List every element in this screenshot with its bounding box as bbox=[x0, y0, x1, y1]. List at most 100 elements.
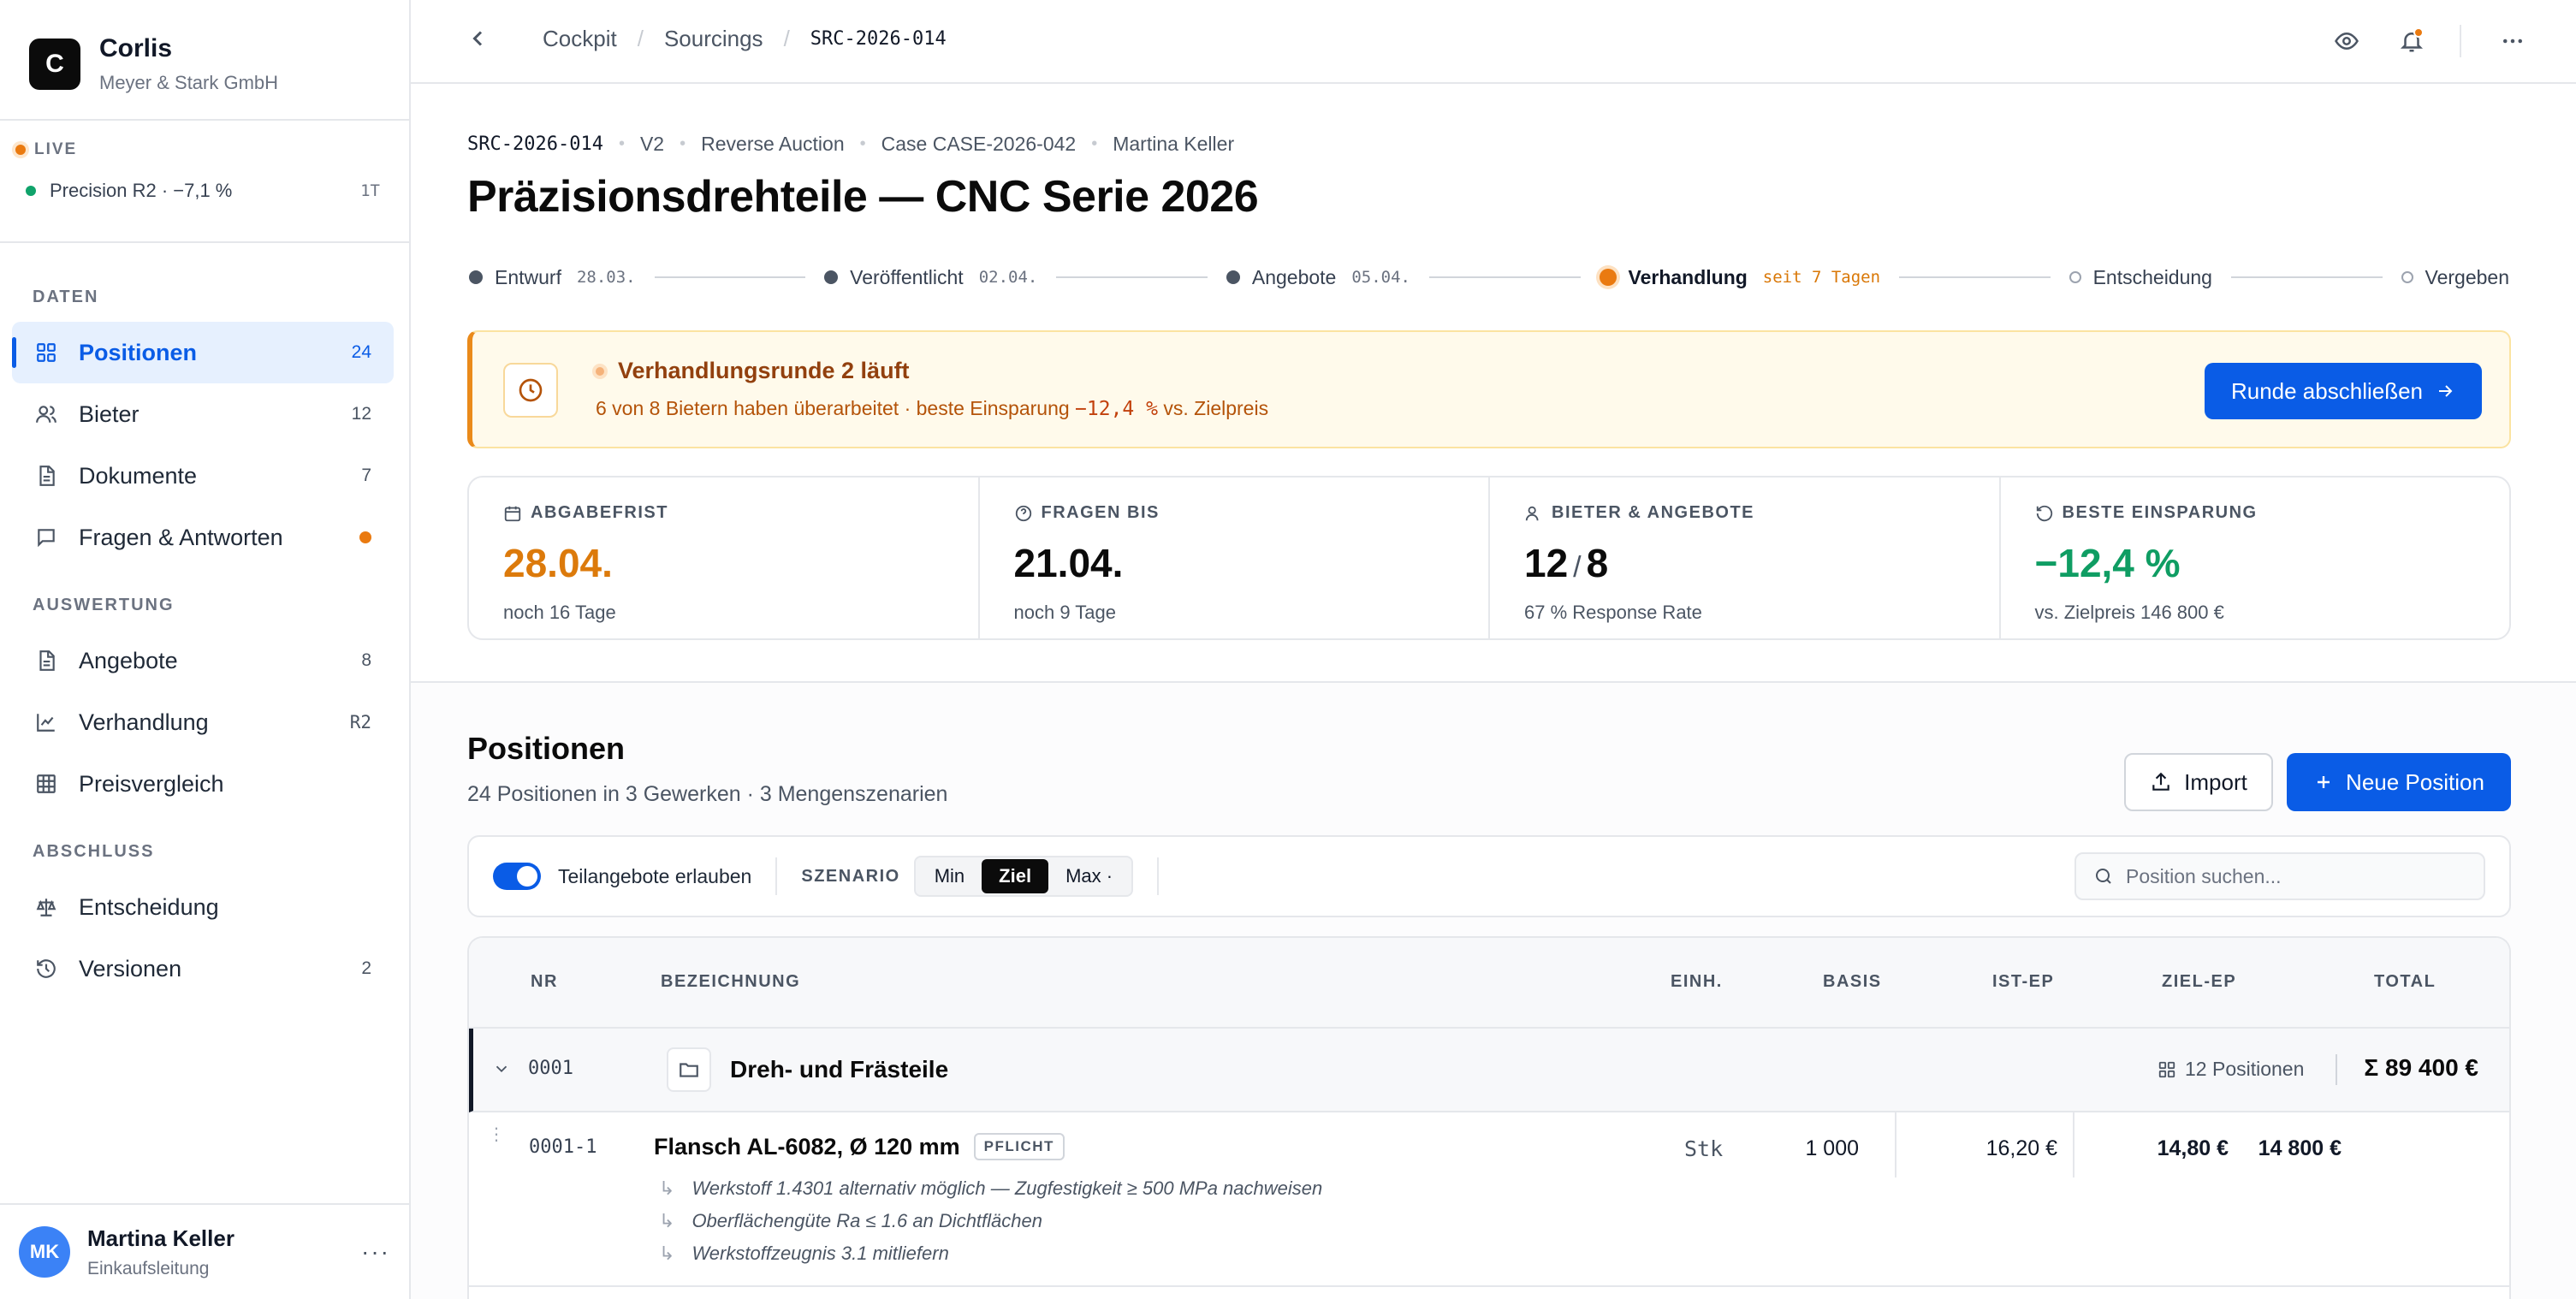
sidebar-item-label: Versionen bbox=[79, 955, 182, 982]
required-badge: PFLICHT bbox=[973, 1133, 1065, 1160]
col-total[interactable]: TOTAL bbox=[2374, 972, 2436, 992]
sidebar-item-count: 7 bbox=[361, 466, 371, 485]
item-ziel-ep[interactable]: 14,80 € bbox=[2158, 1136, 2229, 1161]
more-icon[interactable] bbox=[2496, 24, 2530, 58]
sidebar-item-verhandlung[interactable]: Verhandlung R2 bbox=[12, 691, 394, 753]
scenario-min[interactable]: Min bbox=[917, 859, 982, 893]
sidebar-item-label: Dokumente bbox=[79, 462, 198, 489]
workspace-switcher[interactable]: C Corlis Meyer & Stark GmbH bbox=[29, 34, 278, 94]
col-ziel-ep[interactable]: ZIEL-EP bbox=[2162, 972, 2236, 992]
sidebar-item-count: 2 bbox=[361, 958, 371, 978]
col-nr[interactable]: NR bbox=[531, 972, 558, 992]
col-einheit[interactable]: EINH. bbox=[1671, 972, 1723, 992]
page-title: Präzisionsdrehteile — CNC Serie 2026 bbox=[467, 172, 1259, 222]
more-icon[interactable]: ··· bbox=[361, 1238, 390, 1266]
avatar: MK bbox=[19, 1226, 70, 1278]
document-icon bbox=[34, 649, 58, 673]
eye-icon[interactable] bbox=[2330, 24, 2364, 58]
grid-icon bbox=[2158, 1061, 2175, 1077]
kpi-sub: 67 % Response Rate bbox=[1524, 602, 1702, 623]
sidebar-item-angebote[interactable]: Angebote 8 bbox=[12, 630, 394, 691]
topbar: Cockpit / Sourcings / SRC-2026-014 bbox=[411, 0, 2576, 84]
sidebar-item-label: Entscheidung bbox=[79, 893, 219, 920]
sidebar-item-label: Preisvergleich bbox=[79, 770, 224, 797]
sourcing-version: V2 bbox=[639, 133, 665, 155]
kpi-sub: noch 16 Tage bbox=[503, 602, 616, 623]
kpi-sub: vs. Zielpreis 146 800 € bbox=[2034, 602, 2224, 623]
sidebar-item-label: Fragen & Antworten bbox=[79, 524, 283, 550]
bell-icon[interactable] bbox=[2395, 24, 2429, 58]
sidebar-divider bbox=[0, 241, 409, 243]
sidebar: C Corlis Meyer & Stark GmbH LIVE Precisi… bbox=[0, 0, 411, 1299]
nav-section-daten: DATEN bbox=[33, 288, 99, 306]
live-auction-item[interactable]: Precision R2 · −7,1 % 1T bbox=[15, 180, 392, 202]
banner-title: Verhandlungsrunde 2 läuft bbox=[618, 358, 910, 383]
help-circle-icon bbox=[1014, 504, 1033, 523]
group-row[interactable]: 0001 Dreh- und Frästeile 12 Positionen Σ… bbox=[469, 1029, 2509, 1112]
close-round-button[interactable]: Runde abschließen bbox=[2205, 363, 2482, 419]
col-basis[interactable]: BASIS bbox=[1823, 972, 1882, 992]
plus-icon bbox=[2318, 776, 2330, 788]
sidebar-item-count: 8 bbox=[361, 650, 371, 670]
sidebar-item-entscheidung[interactable]: Entscheidung bbox=[12, 876, 394, 938]
clock-icon bbox=[503, 363, 558, 418]
user-name: Martina Keller bbox=[87, 1225, 234, 1251]
kpi-beste-einsparung: BESTE EINSPARUNG −12,4 % vs. Zielpreis 1… bbox=[2001, 477, 2510, 638]
chat-icon bbox=[34, 525, 58, 549]
sidebar-item-preisvergleich[interactable]: Preisvergleich bbox=[12, 753, 394, 815]
breadcrumb-sourcings[interactable]: Sourcings bbox=[664, 26, 763, 52]
sidebar-item-bieter[interactable]: Bieter 12 bbox=[12, 383, 394, 445]
chevron-down-icon[interactable] bbox=[492, 1059, 511, 1082]
item-title: Flansch AL-6082, Ø 120 mm PFLICHT bbox=[654, 1133, 1065, 1160]
sidebar-item-count: 24 bbox=[351, 342, 371, 362]
item-unit: Stk bbox=[1684, 1136, 1724, 1161]
sidebar-item-fragen-antworten[interactable]: Fragen & Antworten bbox=[12, 507, 394, 568]
sourcing-code: SRC-2026-014 bbox=[467, 133, 603, 155]
user-menu[interactable]: MK Martina Keller Einkaufsleitung ··· bbox=[0, 1203, 409, 1299]
sidebar-item-label: Positionen bbox=[79, 339, 198, 365]
kpi-cards: ABGABEFRIST 28.04. noch 16 Tage FRAGEN B… bbox=[467, 476, 2511, 640]
search-input[interactable] bbox=[2126, 864, 2451, 888]
scale-icon bbox=[34, 895, 58, 919]
sidebar-item-dokumente[interactable]: Dokumente 7 bbox=[12, 445, 394, 507]
col-ist-ep[interactable]: IST-EP bbox=[1992, 972, 2054, 992]
partial-offers-toggle[interactable] bbox=[493, 863, 541, 890]
status-dot bbox=[26, 186, 36, 196]
topbar-actions bbox=[2330, 0, 2576, 82]
kpi-sub: noch 9 Tage bbox=[1013, 602, 1116, 623]
step-angebote: Angebote 05.04. bbox=[1226, 266, 1410, 289]
drag-handle-icon[interactable]: ⋮ bbox=[488, 1126, 505, 1143]
sidebar-item-label: Angebote bbox=[79, 647, 178, 673]
item-note: ↳ Werkstoffzeugnis 3.1 mitliefern bbox=[659, 1243, 949, 1264]
live-indicator-dot bbox=[15, 145, 26, 155]
back-chevron-icon[interactable] bbox=[469, 26, 488, 58]
breadcrumb-cockpit[interactable]: Cockpit bbox=[543, 26, 617, 52]
import-button[interactable]: Import bbox=[2124, 753, 2273, 811]
sidebar-item-positionen[interactable]: Positionen 24 bbox=[12, 322, 394, 383]
live-panel: LIVE Precision R2 · −7,1 % 1T bbox=[15, 140, 392, 202]
col-bezeichnung[interactable]: BEZEICHNUNG bbox=[661, 972, 800, 992]
sidebar-item-label: Verhandlung bbox=[79, 709, 209, 735]
scenario-ziel[interactable]: Ziel bbox=[982, 859, 1049, 893]
sidebar-item-versionen[interactable]: Versionen 2 bbox=[12, 938, 394, 999]
notification-dot bbox=[2413, 27, 2424, 38]
positions-toolbar: Teilangebote erlauben SZENARIO Min Ziel … bbox=[467, 835, 2511, 917]
positions-title: Positionen bbox=[467, 731, 626, 766]
user-role: Einkaufsleitung bbox=[87, 1258, 210, 1278]
item-ist-ep[interactable]: 16,20 € bbox=[1986, 1136, 2057, 1161]
grid-icon bbox=[34, 341, 58, 365]
kpi-value: 28.04. bbox=[503, 541, 613, 585]
upload-icon bbox=[2152, 772, 2169, 791]
item-basis: 1 000 bbox=[1805, 1136, 1859, 1160]
table-row[interactable]: ⋮ 0001-1 Flansch AL-6082, Ø 120 mm PFLIC… bbox=[469, 1112, 2509, 1287]
item-number: 0001-1 bbox=[529, 1136, 597, 1158]
sourcing-owner: Martina Keller bbox=[1113, 133, 1235, 155]
new-position-button[interactable]: Neue Position bbox=[2287, 753, 2511, 811]
banner-subtitle: 6 von 8 Bietern haben überarbeitet · bes… bbox=[596, 397, 1269, 420]
user-icon bbox=[1524, 504, 1543, 523]
scenario-max[interactable]: Max · bbox=[1048, 859, 1130, 893]
sourcing-case[interactable]: Case CASE-2026-042 bbox=[881, 133, 1077, 156]
brand-name: Corlis bbox=[99, 34, 173, 62]
live-item-label: Precision R2 · −7,1 % bbox=[50, 180, 233, 201]
unread-dot bbox=[359, 531, 371, 543]
